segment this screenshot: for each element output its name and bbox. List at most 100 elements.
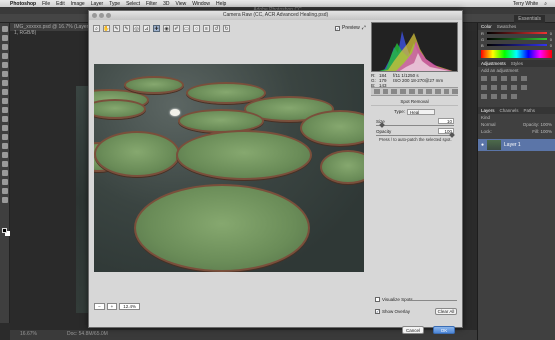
quick-select-tool-icon[interactable]: [2, 53, 8, 59]
tab-styles[interactable]: Styles: [511, 61, 523, 66]
menu-window[interactable]: Window: [192, 1, 210, 7]
minimize-window-button[interactable]: [99, 13, 104, 18]
hand-tool-icon[interactable]: ✋: [103, 25, 110, 32]
tab-adjustments[interactable]: Adjustments: [481, 61, 506, 66]
type-tool-icon[interactable]: [2, 161, 8, 167]
move-tool-icon[interactable]: [2, 26, 8, 32]
detail-tab-icon[interactable]: [391, 89, 398, 94]
visualize-spots-checkbox[interactable]: [375, 297, 380, 302]
blend-mode-select[interactable]: Normal: [481, 122, 496, 127]
menu-edit[interactable]: Edit: [56, 1, 65, 7]
brightness-icon[interactable]: [481, 76, 487, 81]
preview-checkbox[interactable]: ✓: [335, 25, 340, 31]
effects-tab-icon[interactable]: [426, 89, 432, 94]
zoom-window-button[interactable]: [106, 13, 111, 18]
eye-icon[interactable]: ●: [481, 142, 484, 148]
size-slider[interactable]: [376, 125, 454, 126]
curves-icon[interactable]: [501, 76, 507, 81]
healing-brush-tool-icon[interactable]: [2, 80, 8, 86]
menu-app-name[interactable]: Photoshop: [10, 1, 36, 7]
hsl-tab-icon[interactable]: [400, 89, 406, 94]
rotate-left-icon[interactable]: ↺: [213, 25, 220, 32]
marquee-tool-icon[interactable]: [2, 35, 8, 41]
opacity-slider[interactable]: [376, 135, 454, 136]
eyedropper-tool-icon[interactable]: [2, 71, 8, 77]
type-select[interactable]: Heal: [407, 109, 435, 115]
white-balance-tool-icon[interactable]: ✎: [113, 25, 120, 32]
size-value[interactable]: 10: [438, 118, 454, 124]
split-toning-tab-icon[interactable]: [408, 89, 415, 94]
tab-layers[interactable]: Layers: [481, 108, 495, 113]
menu-image[interactable]: Image: [71, 1, 85, 7]
red-eye-tool-icon[interactable]: ◉: [163, 25, 170, 32]
menu-filter[interactable]: Filter: [146, 1, 157, 7]
zoom-tool-icon[interactable]: ⌕: [93, 25, 100, 32]
photo-filter-icon[interactable]: [511, 85, 517, 90]
dodge-tool-icon[interactable]: [2, 143, 8, 149]
tab-paths[interactable]: Paths: [524, 108, 536, 113]
tab-color[interactable]: Color: [481, 24, 492, 29]
menu-view[interactable]: View: [176, 1, 187, 7]
cancel-button[interactable]: Cancel: [402, 326, 424, 334]
history-brush-tool-icon[interactable]: [2, 107, 8, 113]
color-sampler-tool-icon[interactable]: ✎: [123, 25, 130, 32]
channel-mixer-icon[interactable]: [521, 85, 527, 90]
exposure-icon[interactable]: [511, 76, 517, 81]
graduated-filter-tool-icon[interactable]: ▭: [183, 25, 190, 32]
color-balance-icon[interactable]: [491, 85, 497, 90]
layer-name[interactable]: Layer 1: [504, 142, 521, 148]
color-r-slider[interactable]: [486, 32, 547, 34]
blur-tool-icon[interactable]: [2, 134, 8, 140]
close-window-button[interactable]: [92, 13, 97, 18]
spot-removal-tool-icon[interactable]: ✚: [153, 25, 160, 32]
color-g-slider[interactable]: [487, 38, 547, 40]
spotlight-icon[interactable]: ⌕: [544, 1, 547, 7]
tone-curve-tab-icon[interactable]: [382, 89, 389, 94]
fullscreen-icon[interactable]: ⤢: [362, 25, 366, 31]
threshold-icon[interactable]: [501, 94, 507, 99]
path-select-tool-icon[interactable]: [2, 170, 8, 176]
color-b-value[interactable]: 0: [550, 43, 552, 48]
color-b-slider[interactable]: [486, 44, 547, 46]
menu-layer[interactable]: Layer: [91, 1, 104, 7]
visualize-threshold-slider[interactable]: [409, 300, 457, 301]
menu-type[interactable]: Type: [109, 1, 120, 7]
lasso-tool-icon[interactable]: [2, 44, 8, 50]
workspace-switcher[interactable]: Essentials: [514, 15, 545, 23]
zoom-out-button[interactable]: −: [94, 303, 105, 310]
clone-stamp-tool-icon[interactable]: [2, 98, 8, 104]
hue-saturation-icon[interactable]: [481, 85, 487, 90]
radial-filter-tool-icon[interactable]: ○: [193, 25, 200, 32]
tab-channels[interactable]: Channels: [500, 108, 519, 113]
status-zoom[interactable]: 16.67%: [20, 331, 37, 339]
menu-3d[interactable]: 3D: [163, 1, 169, 7]
layer-opacity[interactable]: Opacity: 100%: [523, 122, 552, 127]
hand-tool-icon[interactable]: [2, 188, 8, 194]
gradient-map-icon[interactable]: [511, 94, 517, 99]
snapshots-tab-icon[interactable]: [452, 89, 459, 94]
targeted-adjustment-tool-icon[interactable]: ◎: [133, 25, 140, 32]
color-g-value[interactable]: 0: [550, 37, 552, 42]
show-overlay-checkbox[interactable]: ✓: [375, 309, 380, 314]
color-swatches[interactable]: [2, 228, 10, 238]
foreground-color-swatch[interactable]: [2, 228, 7, 233]
vibrance-icon[interactable]: [521, 76, 527, 81]
gradient-tool-icon[interactable]: [2, 125, 8, 131]
zoom-level-select[interactable]: 12.4%: [119, 303, 141, 310]
adjustment-brush-tool-icon[interactable]: ✐: [173, 25, 180, 32]
document-tab[interactable]: IMG_xxxxxx.psd @ 16.7% (Layer 1, RGB/8): [10, 23, 95, 36]
zoom-out-icon[interactable]: +: [106, 303, 118, 310]
invert-icon[interactable]: [481, 94, 487, 99]
black-white-icon[interactable]: [501, 85, 507, 90]
layer-row[interactable]: ● Layer 1: [478, 139, 555, 151]
crop-tool-icon[interactable]: [2, 62, 8, 68]
pen-tool-icon[interactable]: [2, 152, 8, 158]
menu-file[interactable]: File: [42, 1, 50, 7]
basic-tab-icon[interactable]: [374, 89, 380, 94]
clear-all-button[interactable]: Clear All: [435, 308, 457, 315]
color-r-value[interactable]: 0: [550, 31, 552, 36]
menu-help[interactable]: Help: [216, 1, 226, 7]
layer-fill[interactable]: Fill: 100%: [532, 129, 552, 134]
rotate-right-icon[interactable]: ↻: [223, 25, 230, 32]
presets-tab-icon[interactable]: [443, 89, 450, 94]
